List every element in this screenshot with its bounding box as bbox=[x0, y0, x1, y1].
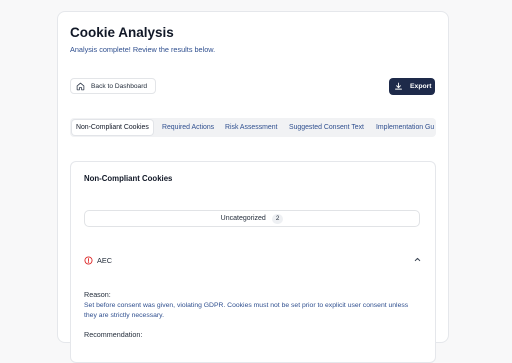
tab-required-actions[interactable]: Required Actions bbox=[162, 120, 214, 135]
cookie-name: AEC bbox=[97, 256, 112, 265]
back-to-dashboard-button[interactable]: Back to Dashboard bbox=[70, 78, 156, 94]
non-compliant-cookies-panel: Non-Compliant Cookies Uncategorized 2 AE… bbox=[70, 161, 436, 363]
cookie-item-header[interactable]: AEC bbox=[84, 254, 422, 266]
tab-suggested-consent-text[interactable]: Suggested Consent Text bbox=[289, 120, 364, 135]
home-icon bbox=[76, 82, 85, 91]
download-icon bbox=[394, 82, 403, 91]
panel-title: Non-Compliant Cookies bbox=[84, 174, 172, 183]
recommendation-label: Recommendation: bbox=[84, 330, 142, 339]
page-subtitle: Analysis complete! Review the results be… bbox=[70, 45, 215, 54]
alert-circle-icon bbox=[84, 256, 93, 265]
export-button[interactable]: Export bbox=[389, 78, 435, 95]
tab-implementation-guide[interactable]: Implementation Gu bbox=[376, 120, 434, 135]
category-count-badge: 2 bbox=[272, 214, 284, 224]
export-button-label: Export bbox=[410, 83, 432, 90]
tab-risk-assessment[interactable]: Risk Assessment bbox=[225, 120, 277, 135]
category-label: Uncategorized bbox=[221, 215, 266, 222]
chevron-up-icon[interactable] bbox=[413, 255, 422, 264]
back-button-label: Back to Dashboard bbox=[91, 83, 147, 90]
tab-bar: Non-Compliant Cookies Required Actions R… bbox=[70, 117, 436, 141]
page-title: Cookie Analysis bbox=[70, 25, 174, 40]
reason-label: Reason: bbox=[84, 290, 111, 299]
reason-text: Set before consent was given, violating … bbox=[84, 301, 422, 321]
analysis-card: Cookie Analysis Analysis complete! Revie… bbox=[57, 11, 449, 343]
category-uncategorized-button[interactable]: Uncategorized 2 bbox=[84, 210, 420, 227]
tab-non-compliant-cookies[interactable]: Non-Compliant Cookies bbox=[72, 120, 153, 135]
